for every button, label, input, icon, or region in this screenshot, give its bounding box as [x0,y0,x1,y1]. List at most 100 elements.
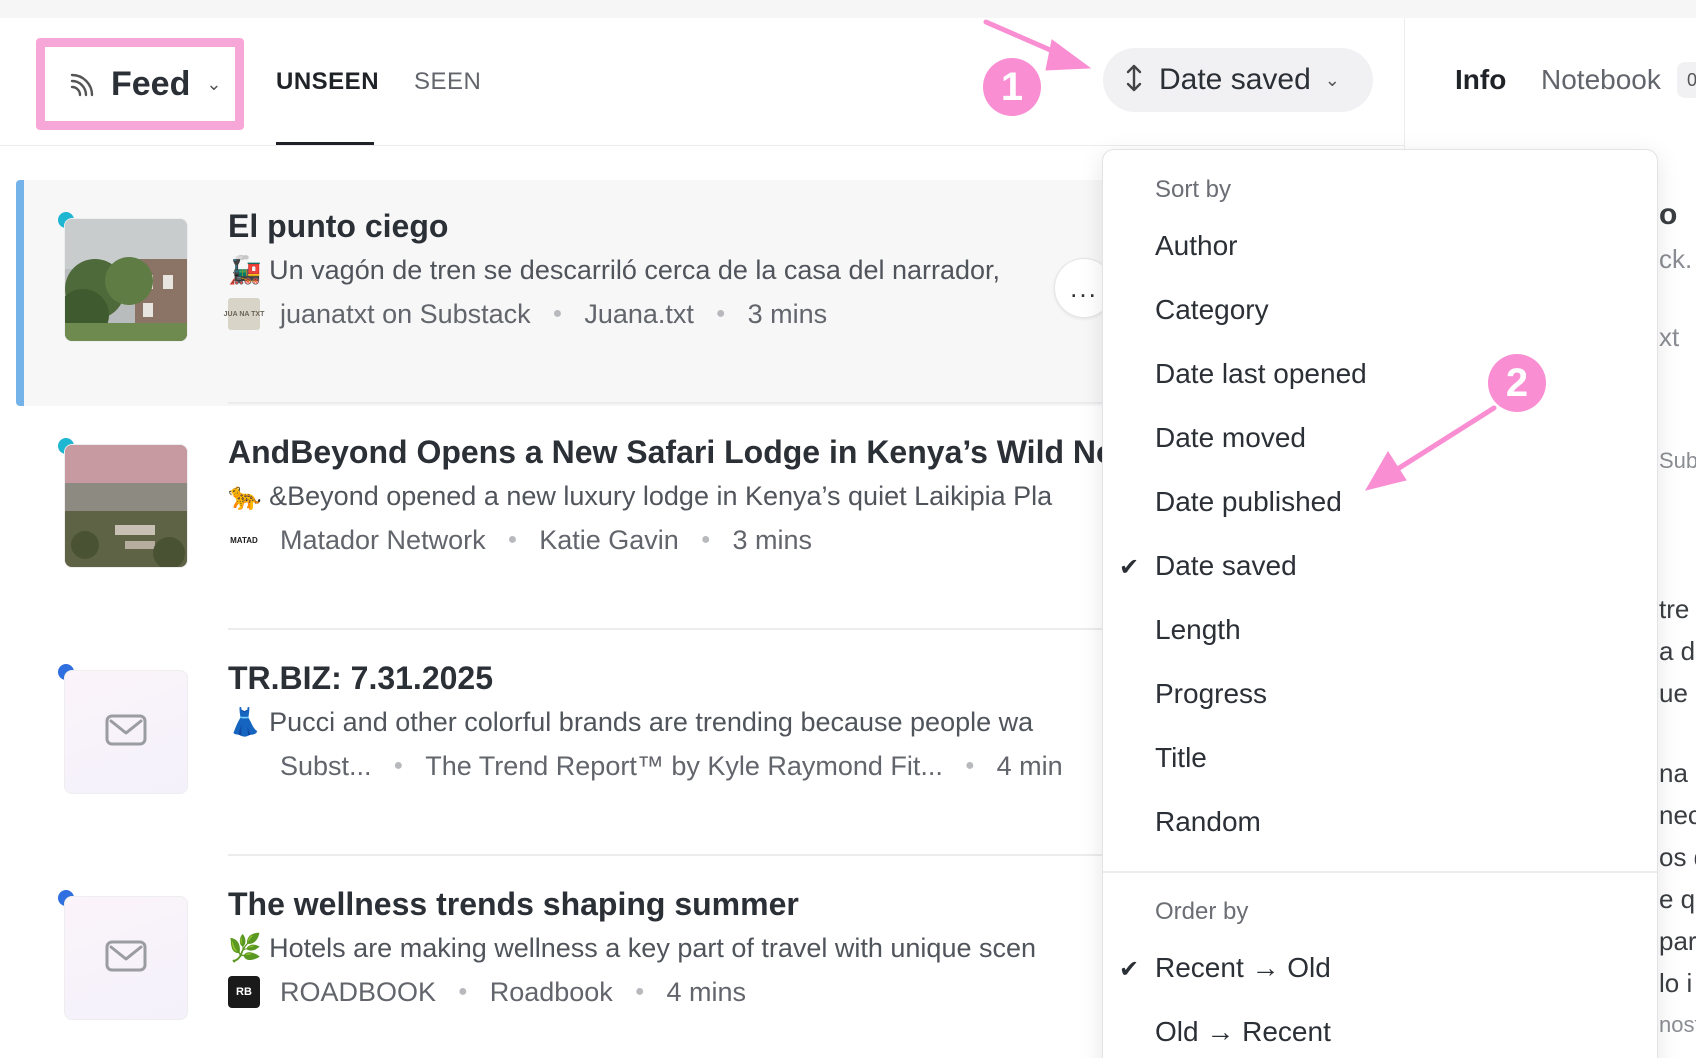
item-reading-time: 3 mins [732,524,813,555]
sort-option-title[interactable]: Title [1155,742,1207,774]
meta-separator: ● [634,983,645,1000]
step-badge-2: 2 [1488,354,1546,412]
item-title: AndBeyond Opens a New Safari Lodge in Ke… [228,434,1104,470]
checkmark-icon: ✔ [1119,554,1140,581]
sort-option-progress[interactable]: Progress [1155,678,1267,710]
item-meta: JUA NA TXT juanatxt on Substack ● Juana.… [224,298,828,330]
item-reading-time: 3 mins [747,298,828,329]
panel-text-fragment: na [1659,758,1688,788]
row-divider [228,854,1104,856]
item-source: juanatxt on Substack [280,298,531,329]
panel-text-fragment: ue l [1659,678,1696,708]
list-item[interactable]: AndBeyond Opens a New Safari Lodge in Ke… [16,406,1104,632]
row-divider [228,628,1104,630]
item-title: TR.BIZ: 7.31.2025 [228,660,493,696]
envelope-icon [105,714,147,751]
panel-text-fragment: a de [1659,636,1696,666]
article-thumbnail [64,896,188,1020]
meta-separator: ● [715,305,726,322]
tab-info[interactable]: Info [1455,64,1506,96]
panel-text-fragment: tre [1659,594,1690,624]
item-summary: 🌿 Hotels are making wellness a key part … [228,933,1037,963]
meta-separator: ● [393,757,404,774]
row-divider [228,402,1104,404]
panel-text-fragment: Sub [1659,448,1696,473]
sort-arrows-icon [1123,63,1145,98]
panel-text-fragment: o [1659,198,1678,231]
item-title: El punto ciego [228,208,449,244]
panel-text-fragment: para [1659,926,1696,956]
feed-label: Feed [111,64,191,103]
panel-text-fragment: xt [1659,322,1680,352]
item-summary: 🐆 &Beyond opened a new luxury lodge in K… [228,481,1053,511]
rss-icon [67,69,97,99]
menu-divider [1103,871,1657,873]
item-author: Katie Gavin [539,524,679,555]
item-reading-time: 4 mins [666,976,747,1007]
item-source: Subst... [280,750,372,781]
sort-option-random[interactable]: Random [1155,806,1261,838]
item-title: The wellness trends shaping summer [228,886,799,922]
item-source: Matador Network [280,524,486,555]
feed-switcher-button[interactable]: Feed ⌄ [36,38,244,130]
sort-option-author[interactable]: Author [1155,230,1238,262]
meta-separator: ● [507,531,518,548]
meta-separator: ● [458,983,468,1000]
order-option-recent-old[interactable]: Recent → Old [1155,952,1331,984]
list-header: Feed ⌄ UNSEEN SEEN Date saved ⌄ [0,18,1404,146]
item-source: ROADBOOK [280,976,437,1007]
chevron-down-icon: ⌄ [206,73,222,94]
panel-text-fragment: e qu [1659,884,1696,914]
panel-text-fragment: lo i [1659,968,1693,998]
item-summary: 👗 Pucci and other colorful brands are tr… [228,707,1034,737]
list-item[interactable]: The wellness trends shaping summer 🌿 Hot… [16,858,1104,1058]
envelope-icon [105,940,147,977]
item-author: Roadbook [489,976,613,1007]
source-favicon: RB [228,976,260,1008]
panel-text-fragment: nec [1659,800,1696,830]
item-summary: 🚂 Un vagón de tren se descarriló cerca d… [228,255,1001,285]
sort-option-date-last-opened[interactable]: Date last opened [1155,358,1367,390]
source-favicon [228,750,260,782]
article-thumbnail [64,218,188,342]
step-badge-1: 1 [983,58,1041,116]
chevron-down-icon: ⌄ [1324,69,1340,90]
item-author: The Trend Report™ by Kyle Raymond Fit... [425,750,943,781]
reader-app: Feed ⌄ UNSEEN SEEN Date saved ⌄ Info Not… [0,18,1696,1058]
panel-text-fragment: os d [1659,842,1696,872]
list-item[interactable]: El punto ciego 🚂 Un vagón de tren se des… [16,180,1104,406]
active-tab-indicator [276,142,374,145]
document-list: El punto ciego 🚂 Un vagón de tren se des… [0,162,1104,1058]
article-thumbnail [64,444,188,568]
sort-by-label: Sort by [1155,176,1232,203]
source-favicon: MATAD [228,524,260,556]
sort-label: Date saved [1159,63,1311,96]
item-meta: Subst... ● The Trend Report™ by Kyle Ray… [228,750,1063,782]
tab-unseen[interactable]: UNSEEN [276,68,379,96]
meta-separator: ● [964,757,975,774]
notebook-count-badge: 0 [1677,62,1696,98]
source-favicon: JUA NA TXT [224,298,264,330]
checkmark-icon: ✔ [1119,956,1140,983]
item-author: Juana.txt [584,298,694,329]
order-option-old-recent[interactable]: Old → Recent [1155,1016,1331,1048]
sort-option-date-published[interactable]: Date published [1155,486,1342,518]
item-meta: RB ROADBOOK ● Roadbook ● 4 mins [228,976,746,1008]
list-item[interactable]: TR.BIZ: 7.31.2025 👗 Pucci and other colo… [16,632,1104,858]
meta-separator: ● [700,531,711,548]
order-by-label: Order by [1155,898,1249,925]
sort-menu: Sort by Author Category Date last opened… [1102,149,1658,1058]
item-meta: MATAD Matador Network ● Katie Gavin ● 3 … [228,524,812,556]
panel-text-fragment: ck. [1659,244,1693,274]
sort-option-date-saved[interactable]: Date saved [1155,550,1297,582]
tab-notebook[interactable]: Notebook [1541,64,1661,96]
sort-option-category[interactable]: Category [1155,294,1269,326]
meta-separator: ● [552,305,563,322]
sort-dropdown-button[interactable]: Date saved ⌄ [1103,48,1373,112]
sort-option-date-moved[interactable]: Date moved [1155,422,1306,454]
sort-option-length[interactable]: Length [1155,614,1241,646]
article-thumbnail [64,670,188,794]
item-reading-time: 4 min [996,750,1063,781]
panel-text-fragment: nost [1659,1012,1696,1037]
tab-seen[interactable]: SEEN [414,68,481,96]
